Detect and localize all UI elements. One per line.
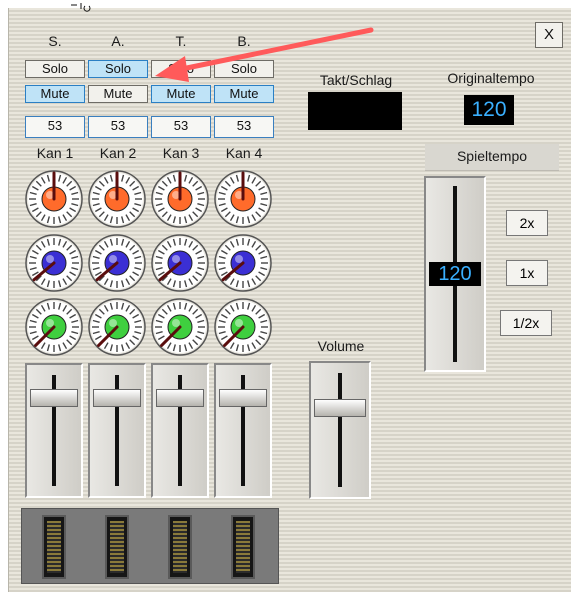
knob-mid-ch2[interactable] xyxy=(88,234,146,292)
tempo-slider[interactable]: 120 xyxy=(424,176,486,372)
volume-thumb[interactable] xyxy=(314,399,366,417)
fader-thumb[interactable] xyxy=(93,389,141,407)
knob-bottom-ch2[interactable] xyxy=(88,298,146,356)
fader-thumb[interactable] xyxy=(30,389,78,407)
channel-fader-ch3[interactable] xyxy=(151,363,209,498)
play-tempo-label: Spieltempo xyxy=(456,148,528,164)
fader-thumb[interactable] xyxy=(219,389,267,407)
tempo-double-button[interactable]: 2x xyxy=(506,210,548,236)
channel-name-ch1: Kan 1 xyxy=(36,145,74,161)
knob-bottom-ch1[interactable] xyxy=(25,298,83,356)
knob-mid-ch1[interactable] xyxy=(25,234,83,292)
meter-strip xyxy=(21,508,279,584)
channel-name-ch2: Kan 2 xyxy=(99,145,137,161)
volume-label: Volume xyxy=(317,338,365,354)
tempo-slider-display[interactable]: 120 xyxy=(429,262,481,286)
annotation-arrow xyxy=(155,27,374,82)
knob-top-ch4[interactable] xyxy=(214,170,272,228)
channel-name-ch4: Kan 4 xyxy=(225,145,263,161)
channel-fader-ch1[interactable] xyxy=(25,363,83,498)
level-meter-ch4 xyxy=(231,515,255,579)
knob-bottom-ch3[interactable] xyxy=(151,298,209,356)
original-tempo-display: 120 xyxy=(464,95,514,125)
tempo-half-button[interactable]: 1/2x xyxy=(500,310,552,336)
knob-top-ch3[interactable] xyxy=(151,170,209,228)
knob-top-ch2[interactable] xyxy=(88,170,146,228)
knob-top-ch1[interactable] xyxy=(25,170,83,228)
volume-fader[interactable] xyxy=(309,361,371,499)
channel-fader-ch4[interactable] xyxy=(214,363,272,498)
channel-fader-ch2[interactable] xyxy=(88,363,146,498)
channel-name-ch3: Kan 3 xyxy=(162,145,200,161)
mixer-panel: X S. A. T. B. Solo Solo Solo Solo Mute M… xyxy=(8,3,571,592)
level-meter-ch1 xyxy=(42,515,66,579)
fader-thumb[interactable] xyxy=(156,389,204,407)
knob-bottom-ch4[interactable] xyxy=(214,298,272,356)
close-button[interactable]: X xyxy=(535,22,563,48)
tempo-normal-button[interactable]: 1x xyxy=(506,260,548,286)
original-tempo-label: Originaltempo xyxy=(447,70,535,86)
knob-mid-ch3[interactable] xyxy=(151,234,209,292)
knob-mid-ch4[interactable] xyxy=(214,234,272,292)
play-tempo-header: Spieltempo xyxy=(425,144,559,171)
level-meter-ch2 xyxy=(105,515,129,579)
level-meter-ch3 xyxy=(168,515,192,579)
